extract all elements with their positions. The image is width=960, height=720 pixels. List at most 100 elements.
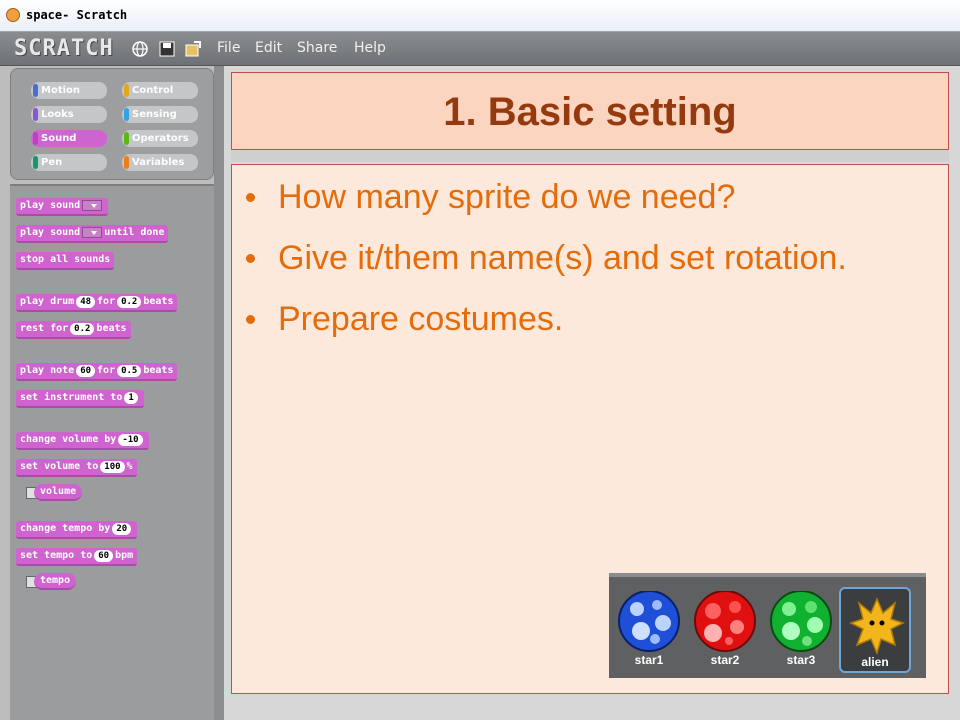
block-text: beats xyxy=(96,323,127,334)
block-text: until done xyxy=(104,227,165,238)
bullet-text: Prepare costumes. xyxy=(278,300,564,338)
sprite-name: star1 xyxy=(634,653,664,667)
block-change-volume[interactable]: change volume by -10 xyxy=(16,432,149,450)
block-text: set volume to xyxy=(20,461,99,472)
category-stripe xyxy=(33,132,38,145)
instrument-input[interactable]: 1 xyxy=(124,392,138,404)
blocks-palette[interactable]: play sound play sound until done stop all… xyxy=(10,184,214,720)
menubar: SCRATCH File Edit Share Help xyxy=(0,32,960,66)
bullet-item: Give it/them name(s) and set rotation. xyxy=(244,236,847,297)
block-text: change tempo by xyxy=(20,523,111,534)
note-input[interactable]: 60 xyxy=(76,365,96,377)
block-play-note[interactable]: play note 60 for 0.5 beats xyxy=(16,363,178,381)
category-control[interactable]: Control xyxy=(122,82,198,99)
bullet-item: Prepare costumes. xyxy=(244,297,847,358)
sprite-name: star2 xyxy=(710,653,740,667)
tempo-change-input[interactable]: 20 xyxy=(112,523,132,535)
block-text: for xyxy=(97,365,116,376)
category-label: Motion xyxy=(41,85,81,96)
beats-input[interactable]: 0.2 xyxy=(117,296,142,308)
sprite-name: star3 xyxy=(786,653,816,667)
sprite-name: alien xyxy=(861,655,889,669)
block-text: play note xyxy=(20,365,75,376)
block-text: play sound xyxy=(20,227,81,238)
block-text: % xyxy=(126,461,133,472)
category-label: Control xyxy=(132,85,174,96)
category-label: Looks xyxy=(41,109,74,120)
alien-icon xyxy=(849,597,905,656)
sound-dropdown[interactable] xyxy=(82,199,103,211)
category-label: Pen xyxy=(41,157,63,168)
block-text: stop all sounds xyxy=(20,254,111,265)
drum-input[interactable]: 48 xyxy=(76,296,96,308)
category-stripe xyxy=(33,84,38,97)
bullet-item: How many sprite do we need? xyxy=(244,175,847,236)
beats-input[interactable]: 0.2 xyxy=(70,323,95,335)
block-play-sound[interactable]: play sound xyxy=(16,198,109,216)
category-pen[interactable]: Pen xyxy=(31,154,107,171)
sprite-thumb-star2[interactable]: star2 xyxy=(689,587,761,673)
block-text: change volume by xyxy=(20,434,117,445)
block-text: set tempo to xyxy=(20,550,93,561)
reporter-volume[interactable]: volume xyxy=(34,484,83,501)
reporter-tempo[interactable]: tempo xyxy=(34,573,77,590)
bullet-dot-icon xyxy=(246,254,255,263)
block-stop-all-sounds[interactable]: stop all sounds xyxy=(16,252,115,270)
volume-input[interactable]: 100 xyxy=(100,461,125,473)
beats-input[interactable]: 0.5 xyxy=(117,365,142,377)
tempo-input[interactable]: 60 xyxy=(94,550,114,562)
menu-edit[interactable]: Edit xyxy=(255,40,282,56)
category-variables[interactable]: Variables xyxy=(122,154,198,171)
bullet-text: Give it/them name(s) and set rotation. xyxy=(278,239,847,277)
volume-change-input[interactable]: -10 xyxy=(118,434,143,446)
red-star-icon xyxy=(694,591,756,652)
category-stripe xyxy=(124,84,129,97)
category-stripe xyxy=(33,108,38,121)
category-selector: Motion Control Looks Sensing Sound Opera… xyxy=(10,68,214,180)
category-operators[interactable]: Operators xyxy=(122,130,198,147)
block-rest-for[interactable]: rest for 0.2 beats xyxy=(16,321,131,339)
sprite-thumb-alien[interactable]: alien xyxy=(839,587,911,673)
bullet-dot-icon xyxy=(246,193,255,202)
category-stripe xyxy=(124,132,129,145)
category-motion[interactable]: Motion xyxy=(31,82,107,99)
sound-dropdown[interactable] xyxy=(82,226,103,238)
block-text: rest for xyxy=(20,323,69,334)
menu-share[interactable]: Share xyxy=(297,40,337,56)
category-stripe xyxy=(124,108,129,121)
bullet-dot-icon xyxy=(246,315,255,324)
category-stripe xyxy=(33,156,38,169)
sprite-thumb-star1[interactable]: star1 xyxy=(613,587,685,673)
category-label: Operators xyxy=(132,133,189,144)
window-titlebar: space- Scratch xyxy=(0,0,960,32)
save-icon[interactable] xyxy=(158,40,176,58)
sprite-list: star1 star2 star3 alien xyxy=(609,573,926,678)
category-looks[interactable]: Looks xyxy=(31,106,107,123)
script-tabs-strip xyxy=(231,150,949,162)
pane-splitter[interactable] xyxy=(214,66,224,720)
blue-star-icon xyxy=(618,591,680,652)
block-set-tempo[interactable]: set tempo to 60 bpm xyxy=(16,548,138,566)
menu-help[interactable]: Help xyxy=(354,40,386,56)
green-star-icon xyxy=(770,591,832,652)
block-play-drum[interactable]: play drum 48 for 0.2 beats xyxy=(16,294,178,312)
block-set-instrument[interactable]: set instrument to 1 xyxy=(16,390,144,408)
globe-icon[interactable] xyxy=(131,40,149,58)
block-play-sound-until-done[interactable]: play sound until done xyxy=(16,225,169,243)
category-sound[interactable]: Sound xyxy=(31,130,107,147)
category-label: Sound xyxy=(41,133,77,144)
slide-title-box: 1. Basic setting xyxy=(231,72,949,150)
block-change-tempo[interactable]: change tempo by 20 xyxy=(16,521,138,539)
slide-title: 1. Basic setting xyxy=(443,90,737,134)
category-sensing[interactable]: Sensing xyxy=(122,106,198,123)
category-stripe xyxy=(124,156,129,169)
block-text: beats xyxy=(143,365,174,376)
menu-file[interactable]: File xyxy=(217,40,240,56)
scratch-cat-icon xyxy=(6,8,20,22)
window-title: space- Scratch xyxy=(26,8,128,22)
block-text: play sound xyxy=(20,200,81,211)
block-set-volume[interactable]: set volume to 100% xyxy=(16,459,137,477)
sprite-thumb-star3[interactable]: star3 xyxy=(765,587,837,673)
category-label: Variables xyxy=(132,157,185,168)
share-icon[interactable] xyxy=(184,40,202,58)
